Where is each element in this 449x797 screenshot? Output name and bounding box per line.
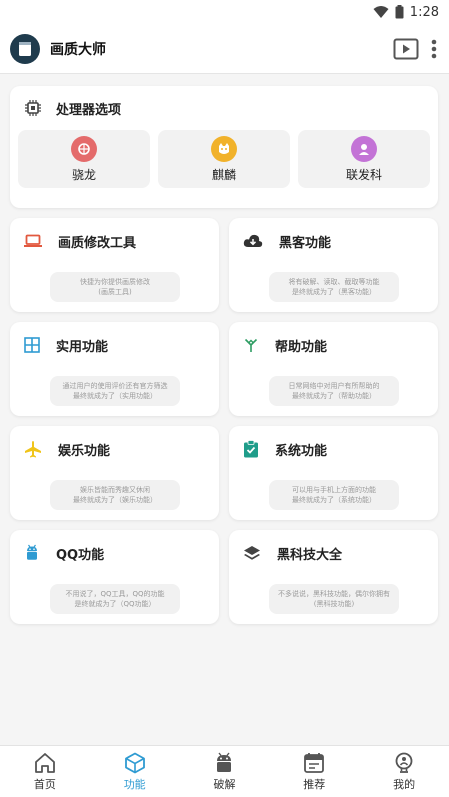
status-bar: 1:28: [0, 0, 449, 24]
layers-icon: [244, 546, 260, 560]
cpu-option-snapdragon[interactable]: 骁龙: [18, 130, 150, 188]
nav-item-recommend[interactable]: 推荐: [284, 752, 344, 792]
feature-title: QQ功能: [56, 547, 105, 563]
feature-title: 实用功能: [56, 339, 109, 355]
nav-label: 功能: [123, 777, 146, 791]
wifi-icon: [373, 6, 389, 18]
clipboard-check-icon: [244, 440, 258, 458]
cpu-option-kirin[interactable]: 麒麟: [158, 130, 290, 188]
feature-description: 将有破解、读取、截取等功能 是终就成为了（黑客功能）: [269, 272, 399, 302]
laptop-icon: [24, 234, 42, 247]
nav-label: 破解: [213, 777, 236, 791]
status-time: 1:28: [409, 4, 439, 20]
feature-description: 不多说说，黑科技功能，偶尔你拥有 (黑科技功能): [269, 584, 399, 614]
snapdragon-icon: [71, 135, 97, 162]
airplane-icon: [25, 441, 41, 458]
feature-description: 快捷为你提供画质修改 (画质工具): [50, 272, 180, 302]
feature-card-help[interactable]: 帮助功能 日常网络中对用户有所帮助的 最终就成为了（帮助功能）: [229, 322, 438, 416]
feature-title: 黑科技大全: [277, 547, 343, 563]
feature-card-system[interactable]: 系统功能 可以用与手机上方面的功能 最终就成为了（系统功能）: [229, 426, 438, 520]
feature-title: 画质修改工具: [58, 235, 137, 251]
chip-icon: [25, 100, 41, 116]
feature-description: 娱乐皆能而秀趣又休闲 最终就成为了（娱乐功能）: [50, 480, 180, 510]
nav-label: 推荐: [303, 777, 326, 791]
home-icon: [34, 752, 55, 773]
merge-icon: [244, 338, 258, 352]
android-icon: [217, 752, 232, 772]
calendar-icon: [304, 752, 325, 773]
nav-item-features[interactable]: 功能: [105, 752, 165, 792]
app-bar: 画质大师: [0, 24, 449, 74]
nav-item-crack[interactable]: 破解: [194, 752, 254, 792]
feature-title: 帮助功能: [275, 339, 328, 355]
feature-description: 不用说了，QQ工具，QQ的功能 是终就成为了（QQ功能）: [50, 584, 180, 614]
cpu-option-label: 麒麟: [211, 167, 236, 182]
nav-label: 我的: [393, 777, 416, 791]
cloud-download-icon: [243, 234, 263, 247]
feature-title: 系统功能: [275, 443, 328, 459]
cpu-title: 处理器选项: [56, 102, 122, 118]
app-actions: [381, 38, 437, 60]
cpu-option-label: 骁龙: [71, 167, 96, 182]
nav-item-home[interactable]: 首页: [15, 752, 75, 792]
bulb-person-icon: [395, 752, 413, 773]
feature-title: 娱乐功能: [58, 443, 111, 459]
battery-icon: [395, 5, 404, 19]
feature-card-image-quality-tool[interactable]: 画质修改工具 快捷为你提供画质修改 (画质工具): [10, 218, 219, 312]
cpu-option-list: 骁龙 麒麟 联发科: [10, 130, 438, 188]
feature-card-hacker[interactable]: 黑客功能 将有破解、读取、截取等功能 是终就成为了（黑客功能）: [229, 218, 438, 312]
cube-icon: [124, 752, 145, 773]
feature-description: 日常网络中对用户有所帮助的 最终就成为了（帮助功能）: [269, 376, 399, 406]
video-play-icon[interactable]: [393, 38, 419, 60]
app-logo-icon: [10, 33, 40, 64]
feature-description: 通过用户的使用评价还有官方筛选 最终就成为了（实用功能）: [50, 376, 180, 406]
bottom-navigation: 首页 功能 破解 推荐 我的: [0, 745, 449, 797]
nav-item-mine[interactable]: 我的: [374, 752, 434, 792]
cpu-option-label: 联发科: [345, 167, 382, 182]
mediatek-icon: [351, 135, 377, 162]
cpu-header: 处理器选项: [10, 86, 438, 130]
app-title: 画质大师: [50, 41, 106, 58]
nav-label: 首页: [33, 777, 56, 791]
cpu-option-mediatek[interactable]: 联发科: [298, 130, 430, 188]
kirin-icon: [211, 135, 237, 162]
feature-card-qq[interactable]: QQ功能 不用说了，QQ工具，QQ的功能 是终就成为了（QQ功能）: [10, 530, 219, 624]
cpu-options-card: 处理器选项 骁龙 麒麟 联发科: [10, 86, 438, 208]
feature-title: 黑客功能: [279, 235, 332, 251]
grid-icon: [24, 337, 40, 353]
feature-card-entertainment[interactable]: 娱乐功能 娱乐皆能而秀趣又休闲 最终就成为了（娱乐功能）: [10, 426, 219, 520]
more-menu-icon[interactable]: [431, 38, 437, 60]
feature-card-black-tech[interactable]: 黑科技大全 不多说说，黑科技功能，偶尔你拥有 (黑科技功能): [229, 530, 438, 624]
feature-card-practical[interactable]: 实用功能 通过用户的使用评价还有官方筛选 最终就成为了（实用功能）: [10, 322, 219, 416]
feature-description: 可以用与手机上方面的功能 最终就成为了（系统功能）: [269, 480, 399, 510]
android-icon: [27, 544, 37, 560]
